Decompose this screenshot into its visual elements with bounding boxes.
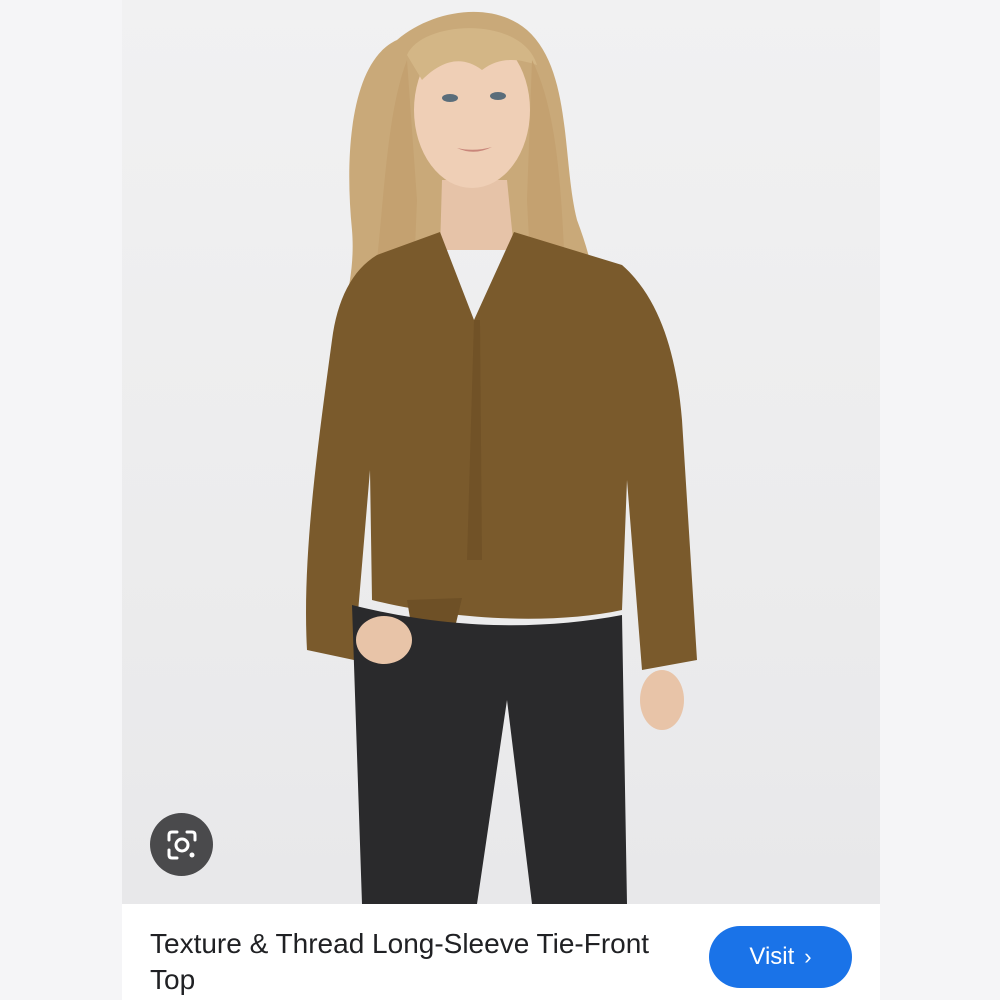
product-photo[interactable] xyxy=(122,0,880,904)
chevron-right-icon: › xyxy=(804,944,812,969)
visit-label: Visit xyxy=(749,943,795,970)
model-illustration xyxy=(306,11,697,904)
visit-button[interactable]: Visit › xyxy=(709,926,852,988)
product-title[interactable]: Texture & Thread Long-Sleeve Tie-Front T… xyxy=(150,926,670,998)
search-result-card[interactable]: Texture & Thread Long-Sleeve Tie-Front T… xyxy=(122,904,880,1000)
google-lens-icon xyxy=(167,830,196,859)
google-lens-button[interactable] xyxy=(150,813,213,876)
left-margin xyxy=(0,0,122,1000)
right-margin xyxy=(880,0,1000,1000)
screenshot-frame: Texture & Thread Long-Sleeve Tie-Front T… xyxy=(0,0,1000,1000)
